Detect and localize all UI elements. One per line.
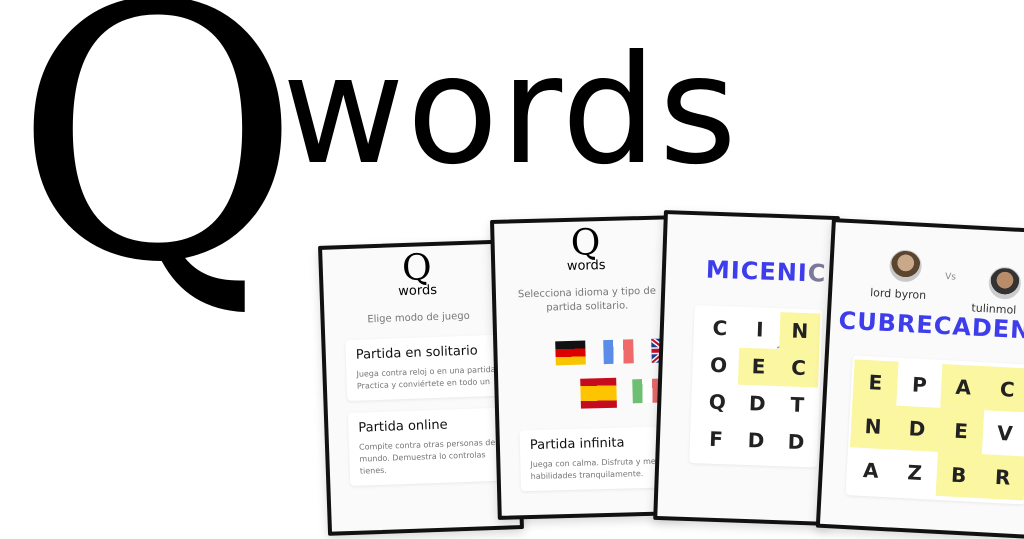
letter-cell[interactable]: Q xyxy=(697,383,738,421)
france-flag-icon[interactable] xyxy=(603,339,634,365)
letter-cell[interactable]: A xyxy=(940,363,987,411)
letter-cell[interactable]: E xyxy=(852,359,899,406)
letter-cell[interactable]: D xyxy=(775,423,816,461)
letter-cell[interactable]: D xyxy=(893,405,941,452)
option-title: Partida infinita xyxy=(529,435,625,454)
mini-logo: Q words xyxy=(322,247,512,301)
screenshot-word-search: MICENIC CINOECQDTFDD xyxy=(653,210,840,526)
letter-cell[interactable]: D xyxy=(735,422,776,460)
letter-cell[interactable]: N xyxy=(850,403,897,450)
online-game-option[interactable]: Partida online Compite contra otras pers… xyxy=(347,407,507,487)
letter-cell[interactable]: Z xyxy=(892,450,938,496)
letter-cell[interactable]: C xyxy=(777,349,820,388)
option-desc-line: habilidades tranquilamente. xyxy=(530,469,644,482)
player2-avatar xyxy=(988,266,1022,300)
letter-cell[interactable]: O xyxy=(698,346,739,384)
player1-name: lord byron xyxy=(869,286,927,303)
logo-words: words xyxy=(282,24,739,198)
letter-cell[interactable]: B xyxy=(935,451,982,499)
letter-cell[interactable]: F xyxy=(695,420,736,458)
target-word-rest: C xyxy=(807,259,827,288)
players-bar: lord byron Vs tulinmol xyxy=(832,222,1024,317)
target-word: MICENIC xyxy=(705,256,834,288)
spain-flag-icon[interactable] xyxy=(580,377,617,409)
target-word-found: MICENI xyxy=(705,255,809,288)
language-subtitle: Selecciona idioma y tipo de partida soli… xyxy=(517,285,657,314)
letter-cell[interactable]: T xyxy=(777,386,818,424)
versus-label: Vs xyxy=(944,272,957,283)
infinite-game-option[interactable]: Partida infinita Juega con calma. Disfru… xyxy=(519,426,671,492)
logo-q: Q xyxy=(14,0,301,339)
letter-cell[interactable]: C xyxy=(984,366,1024,413)
option-title: Partida en solitario xyxy=(355,343,478,363)
player1-avatar xyxy=(888,249,923,283)
letter-cell[interactable]: P xyxy=(896,362,942,408)
mini-logo: Q words xyxy=(494,222,677,275)
option-title: Partida online xyxy=(358,417,448,436)
letter-cell[interactable]: N xyxy=(779,312,821,351)
flag-row xyxy=(497,328,682,413)
letter-cell[interactable]: V xyxy=(982,410,1024,456)
letter-grid: CINOECQDTFDD xyxy=(689,305,823,468)
letter-grid: EPACNDEVAZBR xyxy=(845,355,1024,505)
letter-cell[interactable]: C xyxy=(699,309,740,347)
mode-subtitle: Elige modo de juego xyxy=(367,310,470,326)
letter-cell[interactable]: E xyxy=(737,347,780,387)
solo-game-option[interactable]: Partida en solitario Juega contra reloj … xyxy=(345,334,504,402)
player2-name: tulinmol xyxy=(971,301,1017,317)
germany-flag-icon[interactable] xyxy=(555,340,586,366)
letter-cell[interactable]: I xyxy=(739,311,780,349)
screenshot-versus: lord byron Vs tulinmol CUBRECADENA EPACN… xyxy=(815,218,1024,539)
letter-cell[interactable]: A xyxy=(848,447,894,493)
letter-cell[interactable]: D xyxy=(737,385,778,423)
letter-cell[interactable]: E xyxy=(937,407,985,455)
letter-cell[interactable]: R xyxy=(979,454,1024,501)
